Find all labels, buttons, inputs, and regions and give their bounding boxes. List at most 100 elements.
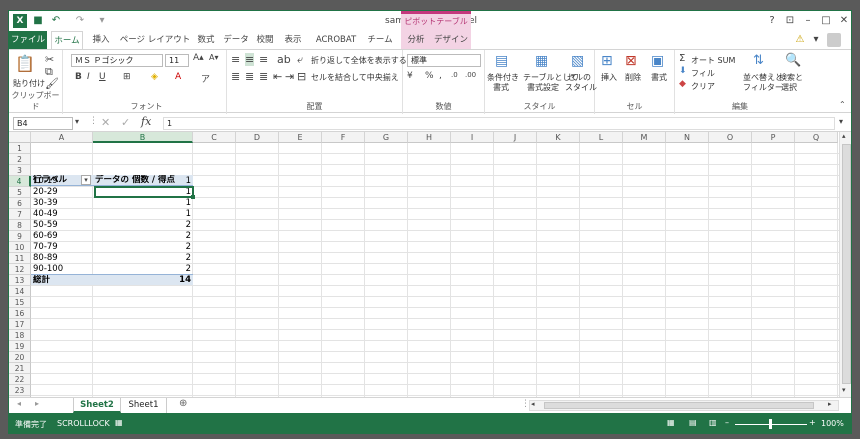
fill-handle[interactable]	[191, 195, 195, 199]
align-top-icon[interactable]: ≡	[231, 53, 240, 66]
vertical-scrollbar[interactable]: ▴ ▾	[839, 132, 851, 397]
zoom-in-icon[interactable]: +	[809, 418, 816, 427]
conditional-format-icon[interactable]: ▤	[495, 53, 508, 69]
row-header-14[interactable]: 14	[9, 286, 31, 297]
cell-styles-icon[interactable]: ▧	[571, 53, 584, 69]
clear-icon[interactable]: ◆	[679, 79, 686, 89]
cancel-edit-icon[interactable]: ✕	[101, 116, 110, 129]
pivot-row-label[interactable]: 80-89	[33, 253, 93, 264]
align-bottom-icon[interactable]: ≡	[259, 53, 268, 66]
pivot-row-label[interactable]: 60-69	[33, 231, 93, 242]
tab-analyze[interactable]: 分析	[401, 31, 431, 49]
wrap-text-icon[interactable]: ⤶	[297, 53, 303, 67]
scroll-right-icon[interactable]: ▸	[828, 400, 832, 408]
tab-team[interactable]: チーム	[365, 31, 395, 49]
pivot-row-label[interactable]: 30-39	[33, 198, 93, 209]
page-break-view-icon[interactable]: ▥	[709, 418, 717, 427]
row-header-2[interactable]: 2	[9, 154, 31, 165]
horizontal-scrollbar[interactable]: ◂ ▸	[529, 400, 839, 411]
shrink-font-icon[interactable]: A▾	[209, 53, 219, 62]
tab-data[interactable]: データ	[221, 31, 251, 49]
currency-icon[interactable]: ¥	[407, 71, 413, 81]
delete-cells-icon[interactable]: ⊠	[625, 53, 637, 69]
column-header-q[interactable]: Q	[795, 132, 838, 143]
column-header-g[interactable]: G	[365, 132, 408, 143]
collapse-ribbon-icon[interactable]: ⌃	[839, 100, 846, 109]
expand-formula-icon[interactable]: ▾	[839, 117, 843, 126]
underline-icon[interactable]: U	[99, 72, 106, 82]
format-painter-icon[interactable]: 🖌	[45, 77, 59, 90]
fill-button[interactable]: フィル	[691, 68, 715, 79]
row-header-19[interactable]: 19	[9, 341, 31, 352]
insert-cells-button[interactable]: 挿入	[601, 72, 617, 83]
format-cells-icon[interactable]: ▣	[651, 53, 664, 69]
row-header-3[interactable]: 3	[9, 165, 31, 176]
horizontal-scroll-thumb[interactable]	[544, 402, 814, 409]
row-header-13[interactable]: 13	[9, 275, 31, 286]
column-header-m[interactable]: M	[623, 132, 666, 143]
column-header-f[interactable]: F	[322, 132, 365, 143]
macro-record-icon[interactable]: ▦	[115, 418, 123, 427]
column-header-p[interactable]: P	[752, 132, 795, 143]
align-center-icon[interactable]: ≣	[245, 70, 254, 83]
row-header-7[interactable]: 7	[9, 209, 31, 220]
tab-view[interactable]: 表示	[281, 31, 305, 49]
comma-icon[interactable]: ,	[439, 71, 442, 81]
prev-sheet-icon[interactable]: ◂	[17, 399, 21, 408]
name-box-dropdown-icon[interactable]: ▾	[75, 117, 79, 126]
tab-acrobat[interactable]: ACROBAT	[313, 31, 359, 49]
row-header-23[interactable]: 23	[9, 385, 31, 396]
pivot-row-value[interactable]: 1	[95, 198, 193, 209]
column-header-l[interactable]: L	[580, 132, 623, 143]
row-header-17[interactable]: 17	[9, 319, 31, 330]
close-icon[interactable]: ✕	[837, 14, 851, 28]
pivot-total-value[interactable]: 14	[95, 275, 193, 286]
fill-icon[interactable]: ⬇	[679, 66, 687, 76]
autosum-button[interactable]: オート SUM	[691, 55, 735, 66]
column-header-o[interactable]: O	[709, 132, 752, 143]
tab-insert[interactable]: 挿入	[87, 31, 115, 49]
column-header-d[interactable]: D	[236, 132, 279, 143]
zoom-out-icon[interactable]: –	[725, 418, 729, 427]
sheet-tab-sheet1[interactable]: Sheet1	[121, 398, 167, 413]
page-layout-view-icon[interactable]: ▤	[689, 418, 697, 427]
confirm-edit-icon[interactable]: ✓	[121, 116, 130, 129]
wrap-text-button[interactable]: 折り返して全体を表示する	[311, 55, 407, 66]
scroll-left-icon[interactable]: ◂	[531, 400, 535, 408]
increase-indent-icon[interactable]: ⇥	[285, 70, 294, 83]
scroll-up-icon[interactable]: ▴	[842, 132, 846, 140]
minimize-icon[interactable]: –	[801, 14, 815, 28]
bold-icon[interactable]: B	[75, 72, 82, 82]
number-format-combo[interactable]: 標準	[407, 54, 481, 67]
orientation-icon[interactable]: ab	[277, 53, 291, 66]
pivot-row-value[interactable]: 2	[95, 242, 193, 253]
decrease-indent-icon[interactable]: ⇤	[273, 70, 282, 83]
normal-view-icon[interactable]: ▦	[667, 418, 675, 427]
pivot-row-value[interactable]: 2	[95, 253, 193, 264]
active-cell-selection[interactable]	[94, 186, 194, 198]
percent-icon[interactable]: %	[425, 71, 434, 81]
row-header-21[interactable]: 21	[9, 363, 31, 374]
select-all-corner[interactable]	[9, 132, 31, 143]
column-header-b[interactable]: B	[93, 132, 193, 143]
row-header-15[interactable]: 15	[9, 297, 31, 308]
row-header-4[interactable]: 4	[9, 176, 31, 187]
tab-review[interactable]: 校閲	[253, 31, 277, 49]
ribbon-display-icon[interactable]: ⊡	[783, 14, 797, 28]
pivot-total-label[interactable]: 総計	[33, 275, 93, 286]
name-box[interactable]: B4	[13, 117, 73, 130]
insert-function-icon[interactable]: fx	[141, 115, 151, 128]
zoom-level[interactable]: 100%	[821, 419, 844, 428]
scroll-down-icon[interactable]: ▾	[842, 386, 846, 394]
pivot-row-value[interactable]: 2	[95, 220, 193, 231]
merge-center-button[interactable]: セルを結合して中央揃え	[311, 72, 399, 83]
column-header-c[interactable]: C	[193, 132, 236, 143]
sort-filter-icon[interactable]: ⇅	[753, 53, 764, 68]
row-header-22[interactable]: 22	[9, 374, 31, 385]
row-header-1[interactable]: 1	[9, 143, 31, 154]
pivot-row-label[interactable]: 70-79	[33, 242, 93, 253]
row-header-11[interactable]: 11	[9, 253, 31, 264]
row-header-5[interactable]: 5	[9, 187, 31, 198]
align-middle-icon[interactable]: ≡	[245, 53, 255, 66]
pivot-row-value[interactable]: 2	[95, 231, 193, 242]
